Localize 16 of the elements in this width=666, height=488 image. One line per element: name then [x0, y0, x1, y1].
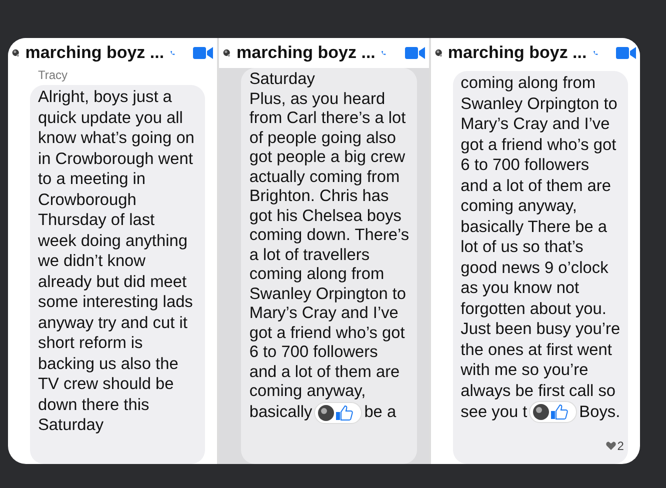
sender-name: Tracy: [37, 68, 69, 82]
chat-title[interactable]: marching boyz ...: [25, 40, 164, 66]
reaction-badge[interactable]: [314, 402, 362, 424]
chat-title[interactable]: marching boyz ...: [236, 40, 376, 66]
heart-icon: [606, 441, 616, 450]
message-text: basically: [249, 402, 312, 422]
reaction-badge[interactable]: [529, 401, 578, 423]
message-text: see you t: [460, 402, 528, 422]
video-icon[interactable]: [404, 46, 425, 60]
message-text: Boys.: [579, 402, 620, 422]
video-icon[interactable]: [193, 46, 214, 60]
message-text: be a: [364, 402, 396, 422]
message-text: Alright, boys just a quick update you all know what’s going on in Crowborough went to a meeting in Crowborough Thursday of last week doing anything we didn’t know already but did meet some interesting lads anyway try and cut it short reform is backing us also the TV crew should be down there this Saturday: [38, 87, 196, 436]
chat-title[interactable]: marching boyz ...: [448, 40, 587, 66]
video-icon[interactable]: [616, 46, 636, 60]
reaction-count: 2: [617, 438, 624, 454]
